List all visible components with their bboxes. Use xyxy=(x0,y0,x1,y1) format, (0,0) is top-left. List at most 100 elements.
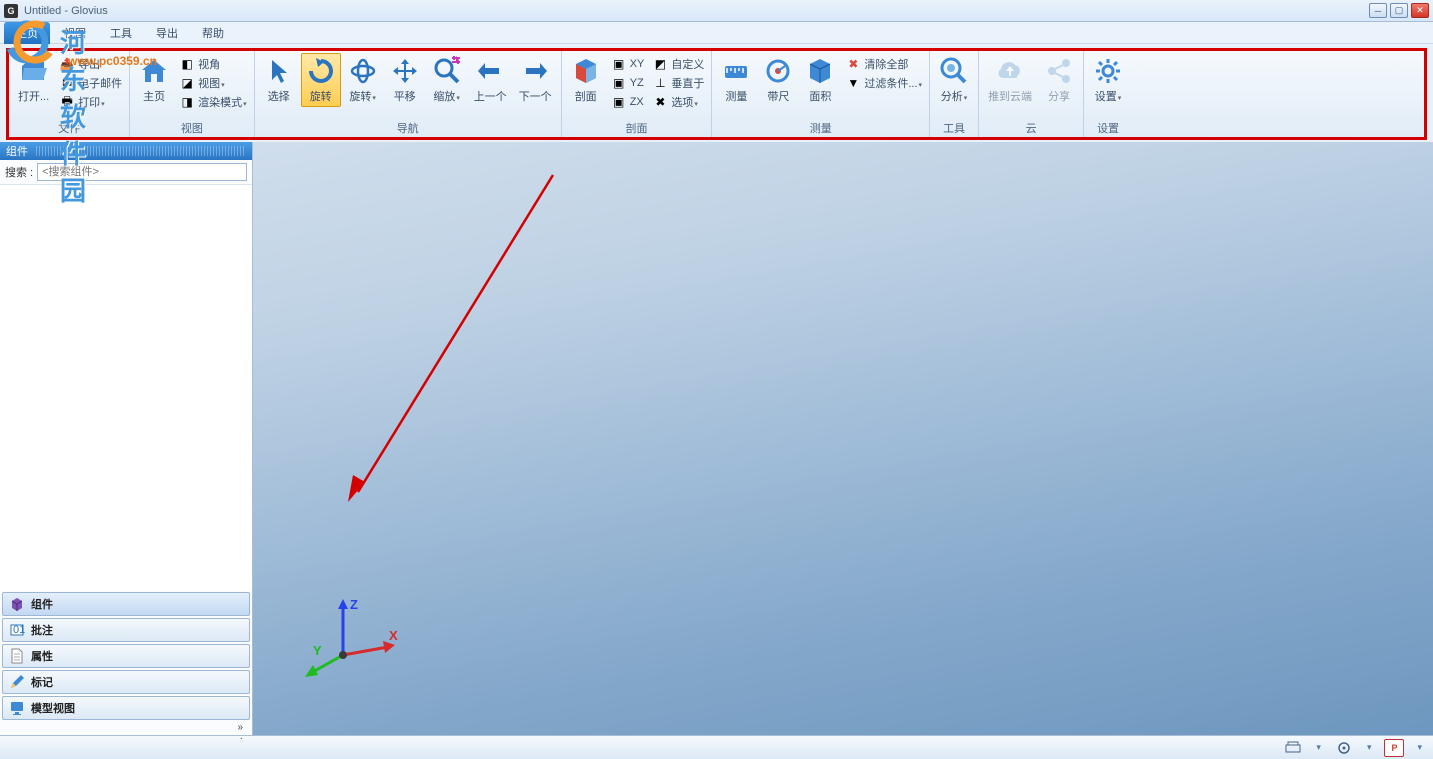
svg-text:Z: Z xyxy=(350,597,358,612)
panel-header: 组件 xyxy=(0,142,252,160)
minimize-button[interactable]: ─ xyxy=(1369,3,1387,18)
grip-icon[interactable] xyxy=(36,146,246,156)
section-button[interactable]: 剖面 xyxy=(566,53,606,107)
render-mode-button[interactable]: ◨ 渲染模式▾ xyxy=(176,93,250,111)
status-icon-2[interactable] xyxy=(1334,739,1354,757)
annotation-icon: 01 xyxy=(9,622,25,638)
analyze-button[interactable]: 分析▾ xyxy=(934,53,974,107)
rotate-icon xyxy=(306,56,336,86)
menu-export[interactable]: 导出 xyxy=(146,23,188,43)
section-options-button[interactable]: ✖选项▾ xyxy=(649,93,707,111)
rotate-free-button[interactable]: 旋转▾ xyxy=(343,53,383,107)
folder-open-icon xyxy=(19,56,49,86)
ribbon-group-navigation: 选择 旋转 旋转▾ 平移 xyxy=(255,51,562,137)
cloud-upload-icon xyxy=(995,56,1025,86)
section-yz-button[interactable]: ▣YZ xyxy=(608,74,648,92)
ribbon-group-tools: 分析▾ 工具 xyxy=(930,51,979,137)
section-custom-button[interactable]: ◩自定义 xyxy=(649,55,707,73)
menu-home[interactable]: 主页 xyxy=(4,22,50,44)
cube-icon: ◨ xyxy=(179,94,195,110)
measure-button[interactable]: 测量 xyxy=(716,53,756,107)
view-angle-button[interactable]: ◧ 视角 xyxy=(176,55,250,73)
export-icon: 📤 xyxy=(59,56,75,72)
ruler-icon xyxy=(763,56,793,86)
select-button[interactable]: 选择 xyxy=(259,53,299,107)
ribbon-group-view: 主页 ◧ 视角 ◪ 视图▾ ◨ 渲染模式▾ 视图 xyxy=(130,51,255,137)
ribbon-group-file: 打开... 📤 导出 ✉ 电子邮件 🖶 打印▾ 文件 xyxy=(9,51,130,137)
close-button[interactable]: ✕ xyxy=(1411,3,1429,18)
arrow-right-icon xyxy=(520,56,550,86)
maximize-button[interactable]: ▢ xyxy=(1390,3,1408,18)
status-dropdown-2[interactable]: ▾ xyxy=(1364,742,1375,753)
ribbon-toolbar: 打开... 📤 导出 ✉ 电子邮件 🖶 打印▾ 文件 xyxy=(6,48,1427,140)
status-dropdown-1[interactable]: ▾ xyxy=(1313,742,1324,753)
analyze-icon xyxy=(939,56,969,86)
tab-annotations[interactable]: 01 批注 xyxy=(2,618,250,642)
menu-view[interactable]: 视图 xyxy=(54,23,96,43)
tab-components[interactable]: 组件 xyxy=(2,592,250,616)
filter-button[interactable]: ▼过滤条件...▾ xyxy=(842,74,925,92)
status-dropdown-3[interactable]: ▾ xyxy=(1414,742,1425,753)
view-dropdown[interactable]: ◪ 视图▾ xyxy=(176,74,250,92)
ribbon-group-settings: 设置▾ 设置 xyxy=(1084,51,1132,137)
print-icon: 🖶 xyxy=(59,94,75,110)
zoom-button[interactable]: 缩放▾ xyxy=(427,53,467,107)
window-title: Untitled - Glovius xyxy=(24,5,1369,17)
measure-icon xyxy=(721,56,751,86)
filter-icon: ▼ xyxy=(845,75,861,91)
print-button[interactable]: 🖶 打印▾ xyxy=(56,93,125,111)
ruler-button[interactable]: 带尺 xyxy=(758,53,798,107)
area-button[interactable]: 面积 xyxy=(800,53,840,107)
search-input[interactable] xyxy=(37,163,247,181)
svg-text:Y: Y xyxy=(313,643,322,658)
search-label: 搜索 : xyxy=(5,164,33,180)
component-tree[interactable] xyxy=(0,185,252,591)
menu-tools[interactable]: 工具 xyxy=(100,23,142,43)
area-icon xyxy=(805,56,835,86)
monitor-icon xyxy=(9,700,25,716)
menu-bar: 主页 视图 工具 导出 帮助 xyxy=(0,22,1433,44)
title-bar: G Untitled - Glovius ─ ▢ ✕ xyxy=(0,0,1433,22)
viewport-3d[interactable]: Z X Y xyxy=(253,142,1433,735)
arrow-left-icon xyxy=(475,56,505,86)
rotate-button[interactable]: 旋转 xyxy=(301,53,341,107)
document-icon xyxy=(9,648,25,664)
status-icon-3[interactable]: P xyxy=(1384,739,1404,757)
email-button[interactable]: ✉ 电子邮件 xyxy=(56,74,125,92)
status-icon-1[interactable] xyxy=(1283,739,1303,757)
cube-icon xyxy=(9,596,25,612)
previous-button[interactable]: 上一个 xyxy=(469,53,512,107)
pan-button[interactable]: 平移 xyxy=(385,53,425,107)
app-icon: G xyxy=(4,4,18,18)
menu-help[interactable]: 帮助 xyxy=(192,23,234,43)
push-cloud-button[interactable]: 推到云端 xyxy=(983,53,1037,107)
settings-button[interactable]: 设置▾ xyxy=(1088,53,1128,107)
share-button[interactable]: 分享 xyxy=(1039,53,1079,107)
share-icon xyxy=(1044,56,1074,86)
section-perpendicular-button[interactable]: ⊥垂直于 xyxy=(649,74,707,92)
plane-icon: ◩ xyxy=(652,56,668,72)
status-bar: ▾ ▾ P ▾ xyxy=(0,735,1433,759)
home-view-button[interactable]: 主页 xyxy=(134,53,174,107)
section-xy-button[interactable]: ▣XY xyxy=(608,55,648,73)
options-icon: ✖ xyxy=(652,94,668,110)
ribbon-group-measure: 测量 带尺 面积 ✖清除全部 ▼过滤条件...▾ 测量 xyxy=(712,51,930,137)
svg-text:01: 01 xyxy=(13,624,25,636)
section-zx-button[interactable]: ▣ZX xyxy=(608,93,648,111)
tab-model-views[interactable]: 模型视图 xyxy=(2,696,250,720)
gear-icon xyxy=(1093,56,1123,86)
section-icon xyxy=(571,56,601,86)
perpendicular-icon: ⊥ xyxy=(652,75,668,91)
export-button[interactable]: 📤 导出 xyxy=(56,55,125,73)
coordinate-axes: Z X Y xyxy=(303,595,403,675)
pointer-icon xyxy=(264,56,294,86)
expand-button[interactable]: »· xyxy=(0,721,252,735)
next-button[interactable]: 下一个 xyxy=(514,53,557,107)
open-button[interactable]: 打开... xyxy=(13,53,54,107)
tab-markup[interactable]: 标记 xyxy=(2,670,250,694)
pan-icon xyxy=(390,56,420,86)
clear-all-button[interactable]: ✖清除全部 xyxy=(842,55,925,73)
ribbon-group-cloud: 推到云端 分享 云 xyxy=(979,51,1084,137)
sidebar: 组件 搜索 : 组件 01 批注 属性 标记 模型视图 »· xyxy=(0,142,253,735)
tab-properties[interactable]: 属性 xyxy=(2,644,250,668)
